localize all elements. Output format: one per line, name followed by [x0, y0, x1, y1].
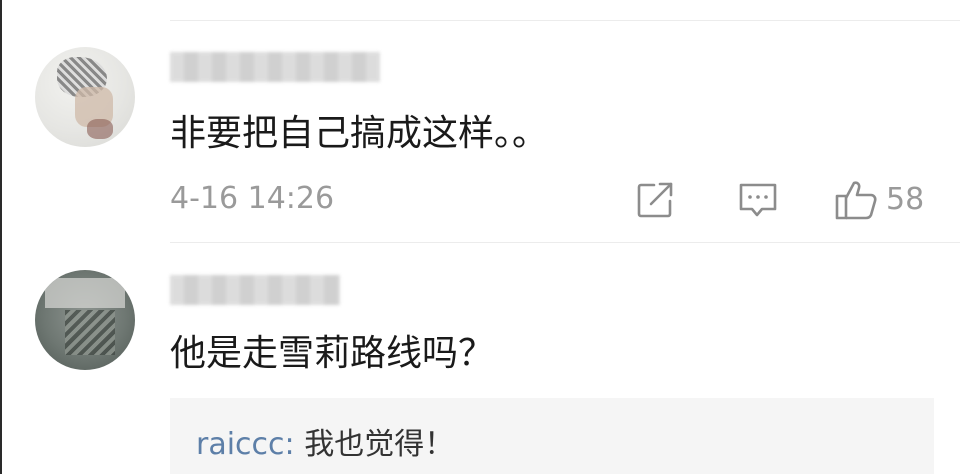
- avatar-image-blurred: [65, 310, 115, 355]
- user-avatar[interactable]: [35, 270, 135, 370]
- reply-preview[interactable]: raiccc: 我也觉得！: [170, 398, 934, 474]
- reply-button[interactable]: [736, 178, 780, 222]
- divider: [170, 242, 960, 243]
- like-button[interactable]: 58: [834, 178, 924, 222]
- share-icon: [637, 182, 673, 218]
- comment-text: 他是走雪莉路线吗？: [170, 333, 495, 374]
- comment-text: 非要把自己搞成这样。。: [170, 113, 549, 154]
- avatar-image-blurred: [87, 119, 113, 139]
- share-button[interactable]: [634, 178, 676, 222]
- reply-text: 我也觉得！: [294, 427, 455, 462]
- user-avatar[interactable]: [35, 47, 135, 147]
- username-redacted[interactable]: [170, 275, 340, 305]
- thumbs-up-icon: [835, 181, 877, 220]
- reply-line: raiccc: 我也觉得！: [196, 430, 454, 460]
- like-count: 58: [886, 182, 925, 217]
- comment-list: 非要把自己搞成这样。。 4-16 14:26 58 他是走雪莉路线吗？ raic…: [0, 0, 960, 474]
- username-redacted[interactable]: [170, 52, 380, 82]
- comment-icon: [739, 183, 777, 217]
- reply-username[interactable]: raiccc:: [196, 427, 295, 462]
- divider: [170, 20, 960, 21]
- comment-timestamp: 4-16 14:26: [170, 181, 335, 216]
- avatar-image-blurred: [45, 278, 125, 308]
